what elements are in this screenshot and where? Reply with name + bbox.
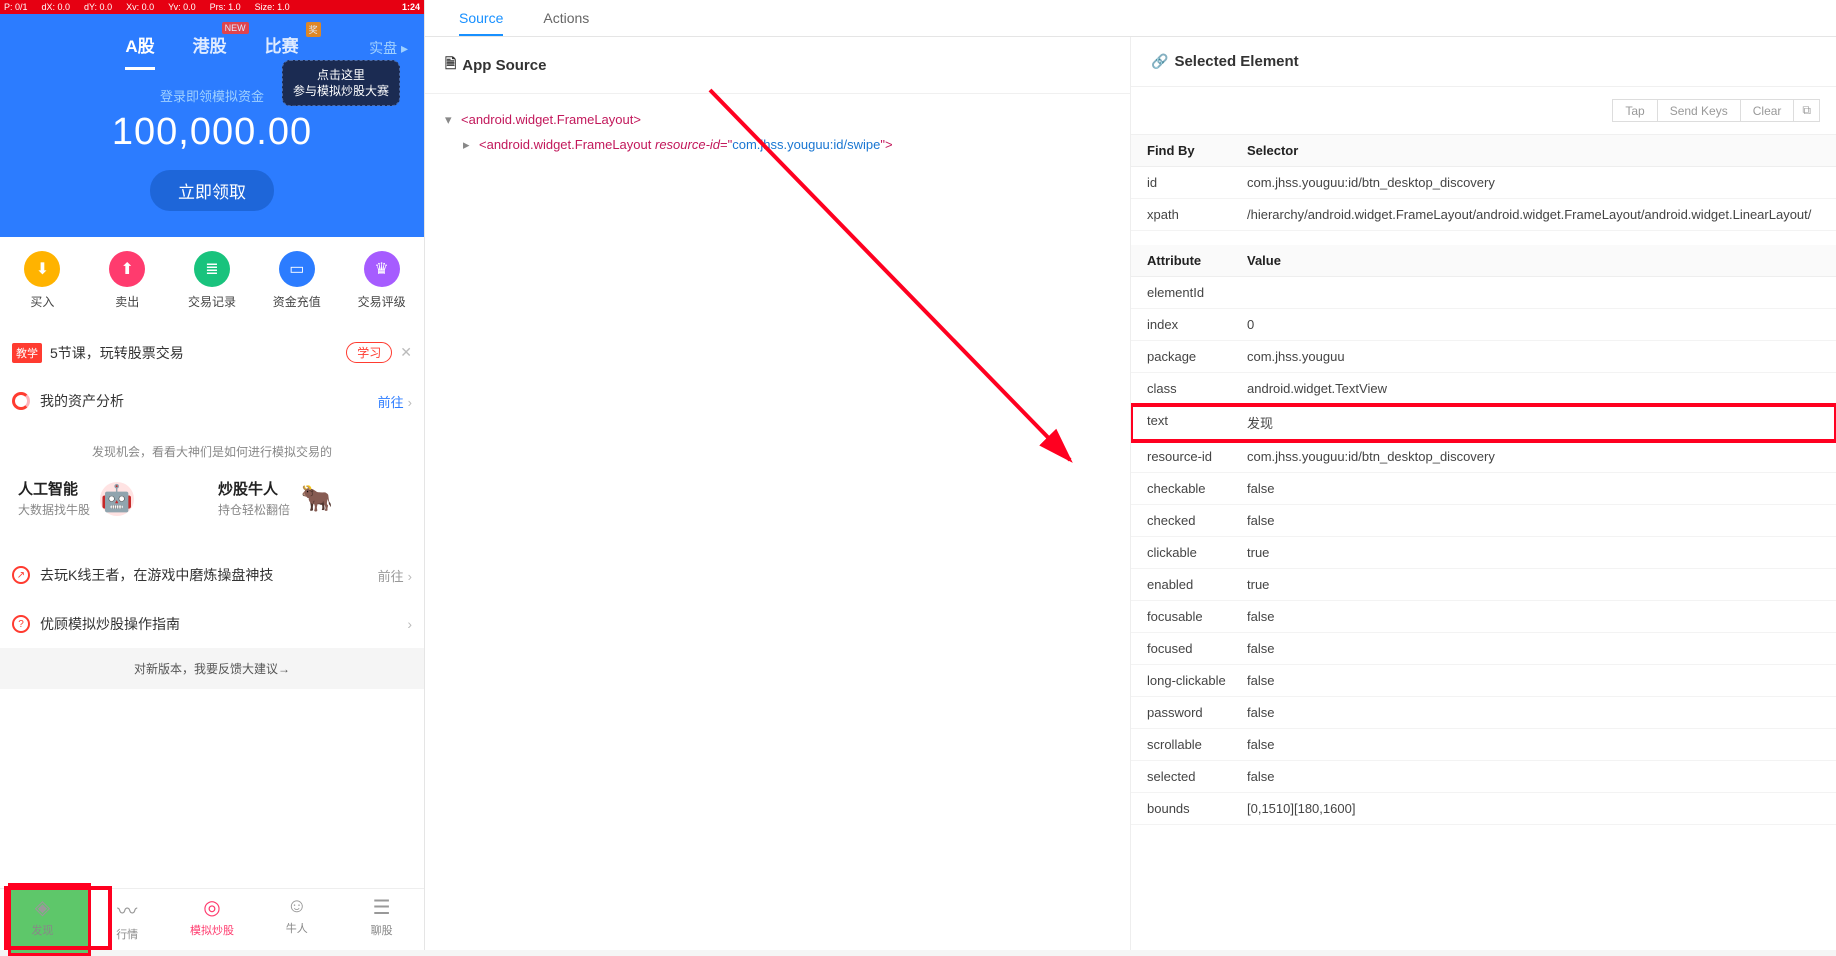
send-keys-button[interactable]: Send Keys — [1658, 99, 1741, 122]
nav-trade[interactable]: ◎模拟炒股 — [170, 889, 255, 950]
history-button[interactable]: ≣交易记录 — [170, 251, 255, 310]
live-trade-link[interactable]: 实盘 ▸ — [369, 38, 408, 58]
asset-title: 我的资产分析 — [40, 391, 378, 411]
attribute-row[interactable]: checkablefalse — [1131, 473, 1836, 505]
lesson-text: 5节课，玩转股票交易 — [50, 343, 346, 363]
copy-button[interactable]: ⧉ — [1794, 99, 1820, 122]
attribute-row[interactable]: clickabletrue — [1131, 537, 1836, 569]
file-icon: 🗎 — [445, 53, 456, 77]
fund-button[interactable]: ▭资金充值 — [254, 251, 339, 310]
kline-text: 去玩K线王者，在游戏中磨炼操盘神技 — [40, 565, 378, 585]
crown-icon: ♛ — [364, 251, 400, 287]
robot-icon: 🤖 — [100, 482, 134, 516]
god-card[interactable]: 炒股牛人持仓轻松翻倍 🐂 — [212, 472, 412, 525]
list-icon: ≣ — [194, 251, 230, 287]
attribute-row[interactable]: classandroid.widget.TextView — [1131, 373, 1836, 405]
inspector-tabs: Source Actions — [425, 0, 1836, 37]
selected-element-panel: 🔗Selected Element Tap Send Keys Clear ⧉ … — [1130, 37, 1836, 950]
lesson-row[interactable]: 教学 5节课，玩转股票交易 学习 ✕ — [0, 332, 424, 373]
kline-row[interactable]: ↗ 去玩K线王者，在游戏中磨炼操盘神技 前往› — [0, 551, 424, 599]
teach-tag: 教学 — [12, 343, 42, 363]
tab-source[interactable]: Source — [459, 0, 503, 36]
link-icon: 🔗 — [1151, 53, 1168, 70]
bottom-nav: ◈发现 〰行情 ◎模拟炒股 ☺牛人 ☰聊股 — [0, 888, 424, 950]
attribute-row[interactable]: focusedfalse — [1131, 633, 1836, 665]
discover-grid: 人工智能大数据找牛股 🤖 炒股牛人持仓轻松翻倍 🐂 — [0, 468, 424, 543]
wallet-icon: ▭ — [279, 251, 315, 287]
feedback-link[interactable]: 对新版本，我要反馈大建议→ — [0, 648, 424, 689]
trade-icon: ◎ — [170, 895, 255, 920]
inspector-panel: Source Actions 🗎 App Source ▾<android.wid… — [424, 0, 1836, 950]
app-source-title: App Source — [462, 57, 546, 74]
go-link-grey[interactable]: 前往› — [378, 566, 412, 585]
new-badge: NEW — [222, 22, 249, 34]
arrow-icon: ↗ — [12, 566, 30, 584]
upload-icon: ⬆ — [109, 251, 145, 287]
app-source-panel: 🗎 App Source ▾<android.widget.FrameLayout… — [425, 37, 1130, 950]
tap-button[interactable]: Tap — [1612, 99, 1657, 122]
element-actions: Tap Send Keys Clear ⧉ — [1131, 87, 1836, 135]
chat-icon: ☰ — [339, 895, 424, 920]
go-link[interactable]: 前往› — [378, 392, 412, 411]
attribute-row[interactable]: focusablefalse — [1131, 601, 1836, 633]
selector-row[interactable]: idcom.jhss.youguu:id/btn_desktop_discove… — [1131, 167, 1836, 199]
selector-row[interactable]: xpath/hierarchy/android.widget.FrameLayo… — [1131, 199, 1836, 231]
tab-hk-shares[interactable]: 港股NEW — [193, 32, 227, 67]
clear-button[interactable]: Clear — [1741, 99, 1795, 122]
attribute-row[interactable]: checkedfalse — [1131, 505, 1836, 537]
nav-discovery[interactable]: ◈发现 — [0, 889, 85, 950]
nav-chat[interactable]: ☰聊股 — [339, 889, 424, 950]
sim-amount: 100,000.00 — [0, 111, 424, 154]
attribute-row[interactable]: index0 — [1131, 309, 1836, 341]
ai-card[interactable]: 人工智能大数据找牛股 🤖 — [12, 472, 212, 525]
nav-master[interactable]: ☺牛人 — [254, 889, 339, 950]
attribute-row[interactable]: long-clickablefalse — [1131, 665, 1836, 697]
download-icon: ⬇ — [24, 251, 60, 287]
selected-element-title: Selected Element — [1174, 53, 1298, 70]
tree-node-child[interactable]: ▸<android.widget.FrameLayout resource-id… — [445, 133, 1110, 158]
source-tree[interactable]: ▾<android.widget.FrameLayout> ▸<android.… — [425, 94, 1130, 171]
nav-market[interactable]: 〰行情 — [85, 889, 170, 950]
attribute-row[interactable]: scrollablefalse — [1131, 729, 1836, 761]
award-badge: 奖 — [306, 22, 321, 37]
attribute-row[interactable]: resource-idcom.jhss.youguu:id/btn_deskto… — [1131, 441, 1836, 473]
attribute-row[interactable]: selectedfalse — [1131, 761, 1836, 793]
close-icon[interactable]: ✕ — [400, 344, 412, 361]
chart-icon: 〰 — [85, 895, 170, 924]
attribute-row[interactable]: packagecom.jhss.youguu — [1131, 341, 1836, 373]
sell-button[interactable]: ⬆卖出 — [85, 251, 170, 310]
discover-hint: 发现机会，看看大神们是如何进行模拟交易的 — [0, 429, 424, 468]
phone-preview: P: 0/1dX: 0.0dY: 0.0 Xv: 0.0Yv: 0.0Prs: … — [0, 0, 424, 950]
tab-a-shares[interactable]: A股 — [125, 32, 154, 70]
buy-button[interactable]: ⬇买入 — [0, 251, 85, 310]
attribute-row[interactable]: enabledtrue — [1131, 569, 1836, 601]
quick-actions: ⬇买入 ⬆卖出 ≣交易记录 ▭资金充值 ♛交易评级 — [0, 237, 424, 324]
claim-button[interactable]: 立即领取 — [150, 170, 274, 211]
asset-row[interactable]: 我的资产分析 前往› — [0, 381, 424, 421]
compass-icon: ◈ — [0, 895, 85, 920]
guide-text: 优顾模拟炒股操作指南 — [40, 614, 403, 634]
android-status-bar: P: 0/1dX: 0.0dY: 0.0 Xv: 0.0Yv: 0.0Prs: … — [0, 0, 424, 14]
question-icon: ? — [12, 615, 30, 633]
chevron-right-icon: › — [407, 616, 412, 632]
selectors-table: Find BySelector idcom.jhss.youguu:id/btn… — [1131, 135, 1836, 231]
tree-node-root[interactable]: ▾<android.widget.FrameLayout> — [445, 108, 1110, 133]
attribute-row[interactable]: elementId — [1131, 277, 1836, 309]
attribute-row[interactable]: passwordfalse — [1131, 697, 1836, 729]
attribute-row[interactable]: bounds[0,1510][180,1600] — [1131, 793, 1836, 825]
attributes-table: AttributeValue elementIdindex0packagecom… — [1131, 245, 1836, 825]
attribute-row[interactable]: text发现 — [1131, 405, 1836, 441]
pie-icon — [12, 392, 30, 410]
rate-button[interactable]: ♛交易评级 — [339, 251, 424, 310]
bull-icon: 🐂 — [300, 482, 334, 516]
tab-actions[interactable]: Actions — [543, 0, 589, 36]
guide-row[interactable]: ? 优顾模拟炒股操作指南 › — [0, 600, 424, 648]
contest-bubble[interactable]: 点击这里参与模拟炒股大赛 — [282, 60, 400, 106]
person-icon: ☺ — [254, 895, 339, 918]
study-button[interactable]: 学习 — [346, 342, 392, 363]
